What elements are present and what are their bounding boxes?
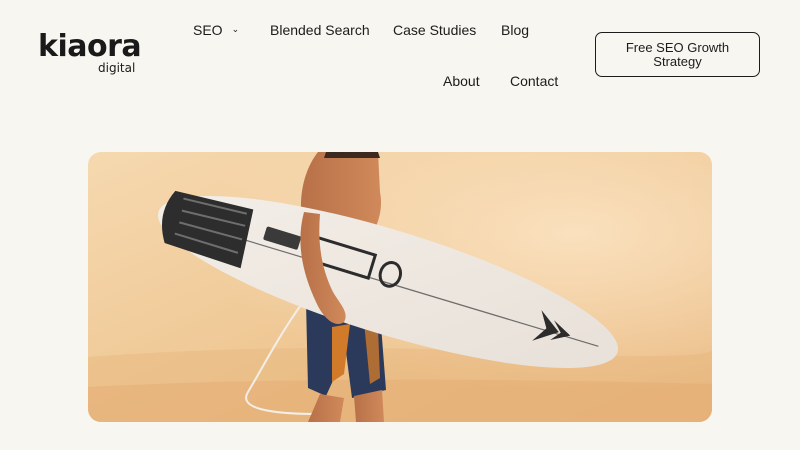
nav-item-case-studies[interactable]: Case Studies	[393, 21, 476, 39]
page: kiaora digital SEO ⌄ Blended Search Case …	[0, 0, 800, 450]
nav-item-seo-label: SEO	[193, 22, 223, 38]
free-seo-strategy-button[interactable]: Free SEO Growth Strategy	[595, 32, 760, 77]
logo-link[interactable]: kiaora digital	[38, 29, 142, 80]
nav-item-about[interactable]: About	[443, 72, 480, 90]
logo-wordmark: kiaora	[38, 29, 142, 64]
logo-subtitle: digital	[98, 61, 136, 75]
surfer-photo-illustration	[88, 152, 712, 422]
cta-label: Free SEO Growth Strategy	[625, 39, 730, 69]
chevron-down-icon: ⌄	[231, 24, 240, 34]
nav-item-seo[interactable]: SEO ⌄	[193, 21, 239, 41]
nav-item-blended-search[interactable]: Blended Search	[270, 21, 370, 39]
nav-item-contact[interactable]: Contact	[510, 72, 558, 90]
hero-image	[88, 152, 712, 422]
nav-item-blog[interactable]: Blog	[501, 21, 529, 39]
